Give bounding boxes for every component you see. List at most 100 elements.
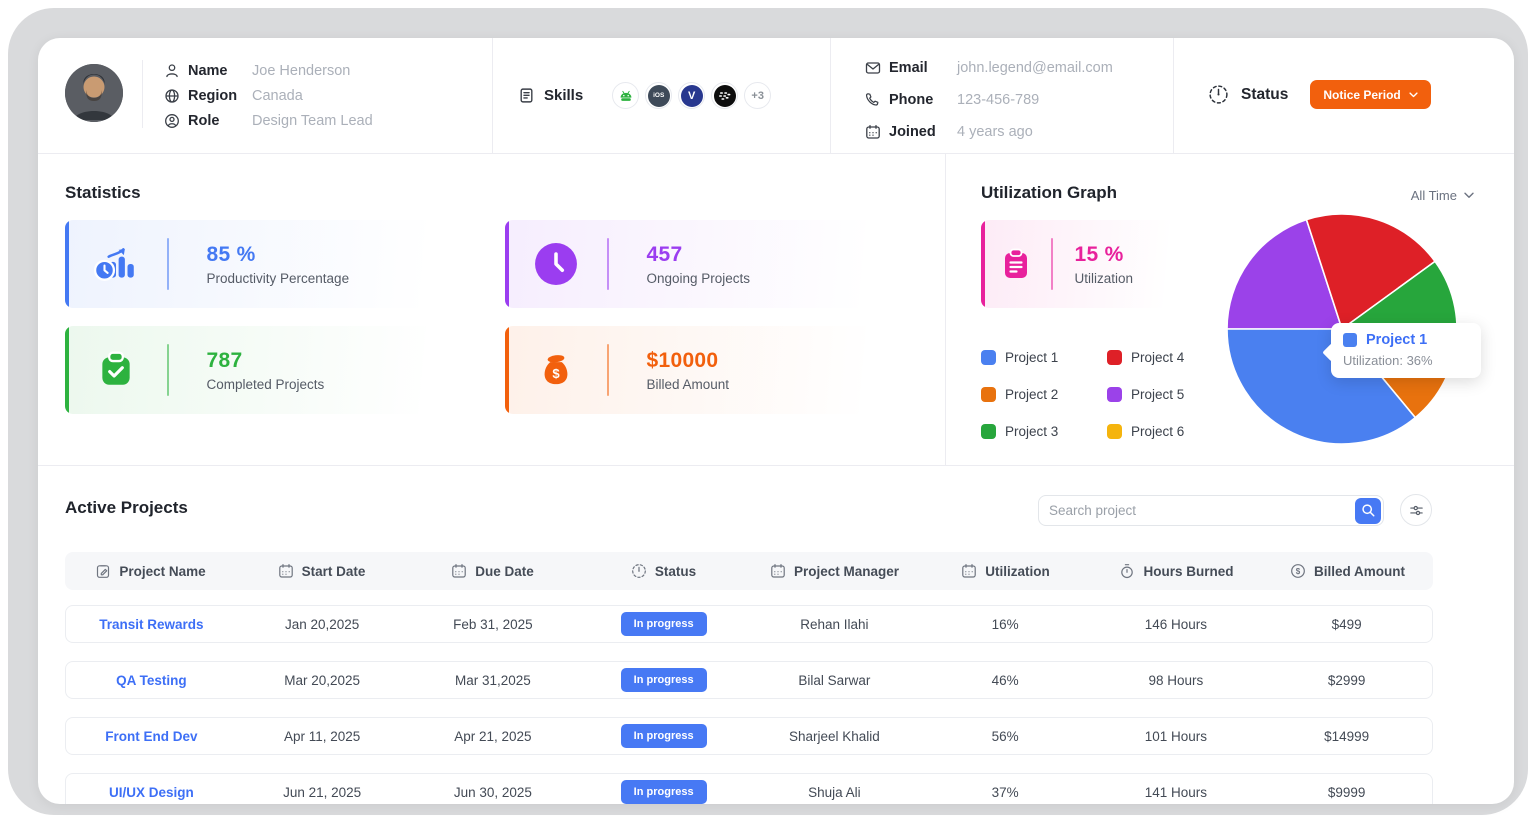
legend-item[interactable]: Project 4 <box>1107 350 1203 365</box>
table-row: QA Testing Mar 20,2025 Mar 31,2025 In pr… <box>65 661 1433 699</box>
hours-cell: 98 Hours <box>1091 673 1262 688</box>
due-date-cell: Apr 21, 2025 <box>408 729 579 744</box>
time-range-value: All Time <box>1411 188 1457 203</box>
col-status: Status <box>578 563 749 579</box>
col-utilization: Utilization <box>920 563 1091 579</box>
legend-item[interactable]: Project 3 <box>981 424 1077 439</box>
joined-label: Joined <box>889 124 949 140</box>
hours-cell: 141 Hours <box>1091 785 1262 800</box>
stat-card-ongoing: 457 Ongoing Projects <box>505 220 917 308</box>
money-bag-icon: $ <box>535 349 577 391</box>
v-icon: V <box>678 82 705 109</box>
name-value: Joe Henderson <box>252 63 350 79</box>
filter-button[interactable] <box>1400 494 1432 526</box>
status-badge: In progress <box>621 780 707 804</box>
legend-swatch <box>981 424 996 439</box>
divider <box>945 153 946 465</box>
project-name-link[interactable]: UI/UX Design <box>66 785 237 800</box>
phone-row: Phone 123-456-789 <box>865 84 1113 116</box>
status-value: Notice Period <box>1323 88 1400 102</box>
status-dropdown-button[interactable]: Notice Period <box>1310 80 1430 109</box>
region-label: Region <box>188 88 244 104</box>
stat-value: 85 % <box>207 243 350 267</box>
status-badge: In progress <box>621 668 707 692</box>
device-frame: Name Joe Henderson Region Canada Role De… <box>8 8 1528 815</box>
legend-item[interactable]: Project 2 <box>981 387 1077 402</box>
phone-label: Phone <box>889 92 949 108</box>
time-range-dropdown[interactable]: All Time <box>1411 188 1474 203</box>
tooltip-title: Project 1 <box>1366 332 1427 348</box>
email-row: Email john.legend@email.com <box>865 52 1113 84</box>
status-cell: In progress <box>578 724 749 748</box>
status-label: Status <box>1241 86 1288 104</box>
phone-value: 123-456-789 <box>957 92 1039 108</box>
pie-tooltip: Project 1 Utilization: 36% <box>1331 323 1481 378</box>
col-hours-burned: Hours Burned <box>1091 563 1262 579</box>
region-value: Canada <box>252 88 303 104</box>
project-name-link[interactable]: QA Testing <box>66 673 237 688</box>
legend-swatch <box>1107 350 1122 365</box>
status-cell: In progress <box>578 780 749 804</box>
stat-value: 15 % <box>1075 243 1134 267</box>
search-input[interactable] <box>1039 503 1355 518</box>
role-label: Role <box>188 113 244 129</box>
avatar <box>65 64 123 122</box>
tooltip-swatch <box>1343 333 1357 347</box>
due-date-cell: Jun 30, 2025 <box>408 785 579 800</box>
stat-value: $10000 <box>647 349 730 373</box>
legend-label: Project 3 <box>1005 424 1058 439</box>
col-project-manager: Project Manager <box>749 563 920 579</box>
stat-label: Productivity Percentage <box>207 271 350 286</box>
divider <box>38 465 1514 466</box>
project-name-link[interactable]: Transit Rewards <box>66 617 237 632</box>
stat-card-utilization: 15 % Utilization <box>981 220 1193 308</box>
col-start-date: Start Date <box>236 563 407 579</box>
ios-icon: iOS <box>645 82 672 109</box>
divider <box>38 153 1514 154</box>
stat-value: 787 <box>207 349 325 373</box>
table-row: Transit Rewards Jan 20,2025 Feb 31, 2025… <box>65 605 1433 643</box>
calendar-icon <box>770 563 786 579</box>
billed-cell: $2999 <box>1261 673 1432 688</box>
active-projects-title: Active Projects <box>65 498 188 518</box>
globe-icon <box>164 88 180 104</box>
clipboard-edit-icon <box>95 563 111 579</box>
search-button[interactable] <box>1355 498 1381 524</box>
clipboard-icon <box>999 247 1033 281</box>
name-row: Name Joe Henderson <box>164 58 373 83</box>
project-name-link[interactable]: Front End Dev <box>66 729 237 744</box>
utilization-cell: 56% <box>920 729 1091 744</box>
email-label: Email <box>889 60 949 76</box>
billed-cell: $499 <box>1261 617 1432 632</box>
legend-item[interactable]: Project 1 <box>981 350 1077 365</box>
divider <box>492 38 493 153</box>
manager-cell: Bilal Sarwar <box>749 673 920 688</box>
utilization-cell: 16% <box>920 617 1091 632</box>
phone-icon <box>865 92 881 108</box>
stat-card-completed: 787 Completed Projects <box>65 326 477 414</box>
legend-swatch <box>981 387 996 402</box>
svg-text:$: $ <box>552 366 560 381</box>
stat-label: Ongoing Projects <box>647 271 751 286</box>
utilization-cell: 46% <box>920 673 1091 688</box>
legend-swatch <box>981 350 996 365</box>
skills-section: Skills iOS V +3 <box>518 82 771 109</box>
dollar-circle-icon: $ <box>1290 563 1306 579</box>
manager-cell: Sharjeel Khalid <box>749 729 920 744</box>
role-value: Design Team Lead <box>252 113 373 129</box>
skills-more-badge[interactable]: +3 <box>744 82 771 109</box>
stat-card-productivity: 85 % Productivity Percentage <box>65 220 477 308</box>
chevron-down-icon <box>1464 192 1474 199</box>
legend-item[interactable]: Project 6 <box>1107 424 1203 439</box>
legend-swatch <box>1107 387 1122 402</box>
stat-label: Completed Projects <box>207 377 325 392</box>
stat-label: Billed Amount <box>647 377 730 392</box>
legend-item[interactable]: Project 5 <box>1107 387 1203 402</box>
tooltip-value: Utilization: 36% <box>1343 353 1469 368</box>
table-header: Project Name Start Date Due Date Status … <box>65 552 1433 590</box>
calendar-icon <box>451 563 467 579</box>
table-row: UI/UX Design Jun 21, 2025 Jun 30, 2025 I… <box>65 773 1433 804</box>
billed-cell: $9999 <box>1261 785 1432 800</box>
name-label: Name <box>188 63 244 79</box>
search-bar <box>1038 495 1384 526</box>
